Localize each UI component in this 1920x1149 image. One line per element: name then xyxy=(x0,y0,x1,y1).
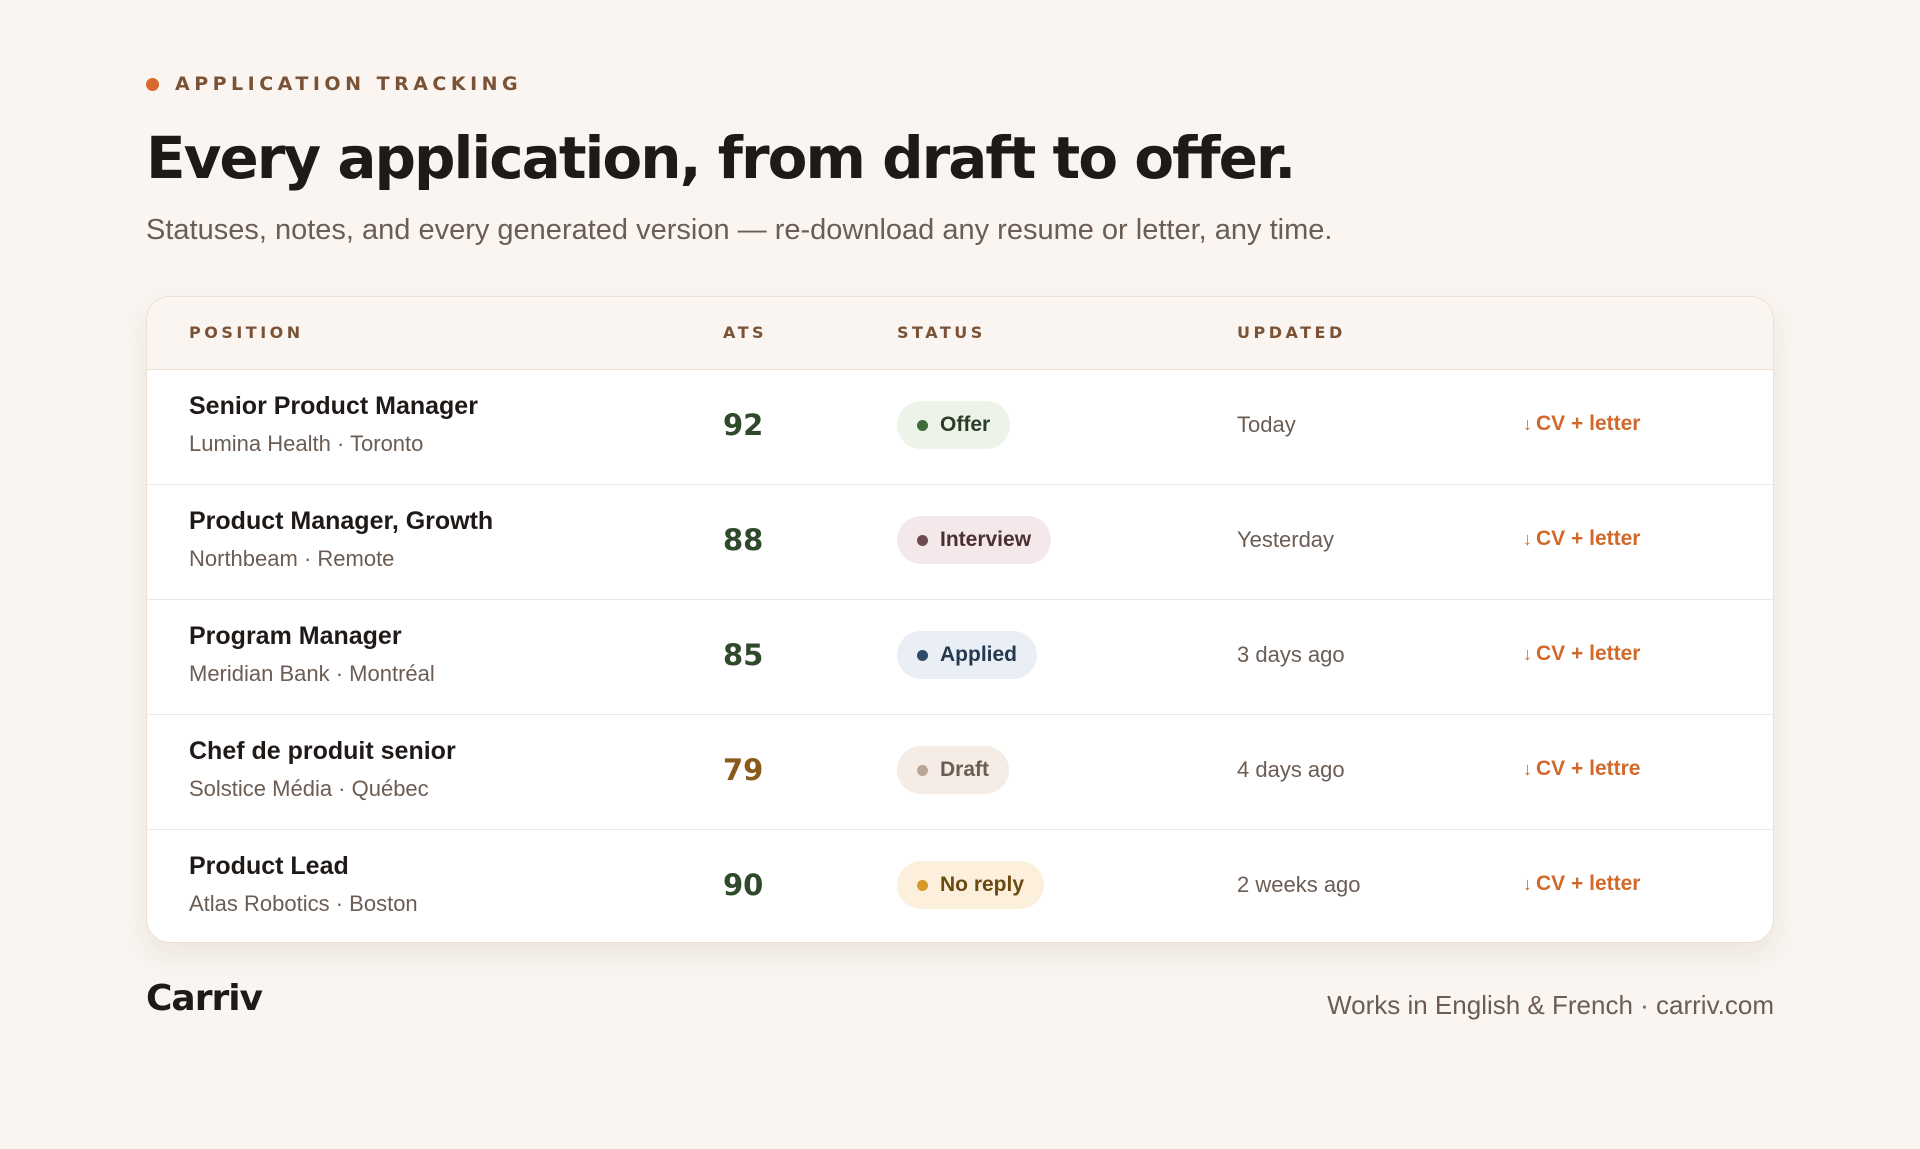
updated-time: 3 days ago xyxy=(1237,642,1345,667)
position-title[interactable]: Chef de produit senior xyxy=(189,737,456,766)
eyebrow-label: APPLICATION TRACKING xyxy=(175,73,523,95)
download-link[interactable]: ↓ CV + lettre xyxy=(1523,757,1640,781)
eyebrow: APPLICATION TRACKING xyxy=(146,73,522,95)
status-label: Offer xyxy=(940,413,991,436)
company-location: Meridian Bank · Montréal xyxy=(189,661,435,686)
company-location: Solstice Média · Québec xyxy=(189,776,429,801)
status-dot-icon xyxy=(917,534,928,546)
status-badge[interactable]: Interview xyxy=(897,516,1052,564)
updated-time: Today xyxy=(1237,412,1296,437)
download-label: CV + letter xyxy=(1536,412,1641,435)
position-title[interactable]: Product Manager, Growth xyxy=(189,507,493,536)
brand-logo: Carriv xyxy=(146,978,263,1019)
column-header-ats[interactable]: ATS xyxy=(723,323,767,342)
table-body: Senior Product Manager Lumina Health · To… xyxy=(147,370,1773,942)
arrow-down-icon: ↓ xyxy=(1523,529,1532,549)
status-label: Draft xyxy=(940,758,990,781)
ats-score: 92 xyxy=(723,408,764,442)
download-link[interactable]: ↓ CV + letter xyxy=(1523,527,1640,551)
status-cell: Applied xyxy=(897,631,1037,679)
position-title[interactable]: Product Lead xyxy=(189,852,418,881)
eyebrow-dot-icon xyxy=(146,77,159,91)
status-label: No reply xyxy=(940,873,1025,896)
updated-time: 4 days ago xyxy=(1237,757,1345,782)
status-cell: Interview xyxy=(897,516,1052,564)
table-header: POSITION ATS STATUS UPDATED xyxy=(147,297,1773,370)
position-cell: Program Manager Meridian Bank · Montréal xyxy=(189,622,435,687)
download-link[interactable]: ↓ CV + letter xyxy=(1523,642,1640,666)
download-label: CV + letter xyxy=(1536,872,1641,895)
position-cell: Product Manager, Growth Northbeam · Remot… xyxy=(189,507,493,572)
status-dot-icon xyxy=(917,764,928,776)
position-cell: Senior Product Manager Lumina Health · To… xyxy=(189,392,478,457)
status-label: Interview xyxy=(940,528,1032,551)
table-row[interactable]: Product Manager, Growth Northbeam · Remot… xyxy=(147,485,1773,600)
position-title[interactable]: Senior Product Manager xyxy=(189,392,478,421)
page-title: Every application, from draft to offer. xyxy=(146,124,1296,192)
updated-time: Yesterday xyxy=(1237,527,1335,552)
ats-score: 90 xyxy=(723,868,764,902)
page-subtitle: Statuses, notes, and every generated ver… xyxy=(146,214,1333,246)
download-link[interactable]: ↓ CV + letter xyxy=(1523,412,1640,436)
ats-score: 88 xyxy=(723,523,764,557)
status-dot-icon xyxy=(917,419,928,431)
ats-score: 85 xyxy=(723,638,764,672)
download-label: CV + letter xyxy=(1536,642,1641,665)
column-header-updated[interactable]: UPDATED xyxy=(1237,323,1346,342)
updated-time: 2 weeks ago xyxy=(1237,872,1361,897)
column-header-position[interactable]: POSITION xyxy=(189,323,304,342)
status-badge[interactable]: Offer xyxy=(897,401,1011,449)
table-row[interactable]: Chef de produit senior Solstice Média · Q… xyxy=(147,715,1773,830)
column-header-status[interactable]: STATUS xyxy=(897,323,986,342)
position-cell: Chef de produit senior Solstice Média · Q… xyxy=(189,737,456,802)
status-cell: Draft xyxy=(897,746,1010,794)
arrow-down-icon: ↓ xyxy=(1523,644,1532,664)
company-location: Atlas Robotics · Boston xyxy=(189,891,418,916)
position-title[interactable]: Program Manager xyxy=(189,622,435,651)
ats-score: 79 xyxy=(723,753,764,787)
table-row[interactable]: Program Manager Meridian Bank · Montréal 8… xyxy=(147,600,1773,715)
arrow-down-icon: ↓ xyxy=(1523,759,1532,779)
arrow-down-icon: ↓ xyxy=(1523,414,1532,434)
download-label: CV + lettre xyxy=(1536,757,1641,780)
position-cell: Product Lead Atlas Robotics · Boston xyxy=(189,852,418,917)
status-dot-icon xyxy=(917,649,928,661)
status-badge[interactable]: Applied xyxy=(897,631,1037,679)
download-label: CV + letter xyxy=(1536,527,1641,550)
status-cell: No reply xyxy=(897,861,1045,909)
table-row[interactable]: Senior Product Manager Lumina Health · To… xyxy=(147,370,1773,485)
status-dot-icon xyxy=(917,879,928,891)
arrow-down-icon: ↓ xyxy=(1523,874,1532,894)
company-location: Northbeam · Remote xyxy=(189,546,395,571)
footer-note: Works in English & French · carriv.com xyxy=(1327,990,1774,1020)
company-location: Lumina Health · Toronto xyxy=(189,431,424,456)
status-label: Applied xyxy=(940,643,1017,666)
table-row[interactable]: Product Lead Atlas Robotics · Boston 90 No … xyxy=(147,830,1773,942)
status-cell: Offer xyxy=(897,401,1011,449)
status-badge[interactable]: No reply xyxy=(897,861,1045,909)
status-badge[interactable]: Draft xyxy=(897,746,1010,794)
applications-table: POSITION ATS STATUS UPDATED Senior Produ… xyxy=(146,296,1774,943)
download-link[interactable]: ↓ CV + letter xyxy=(1523,872,1640,896)
